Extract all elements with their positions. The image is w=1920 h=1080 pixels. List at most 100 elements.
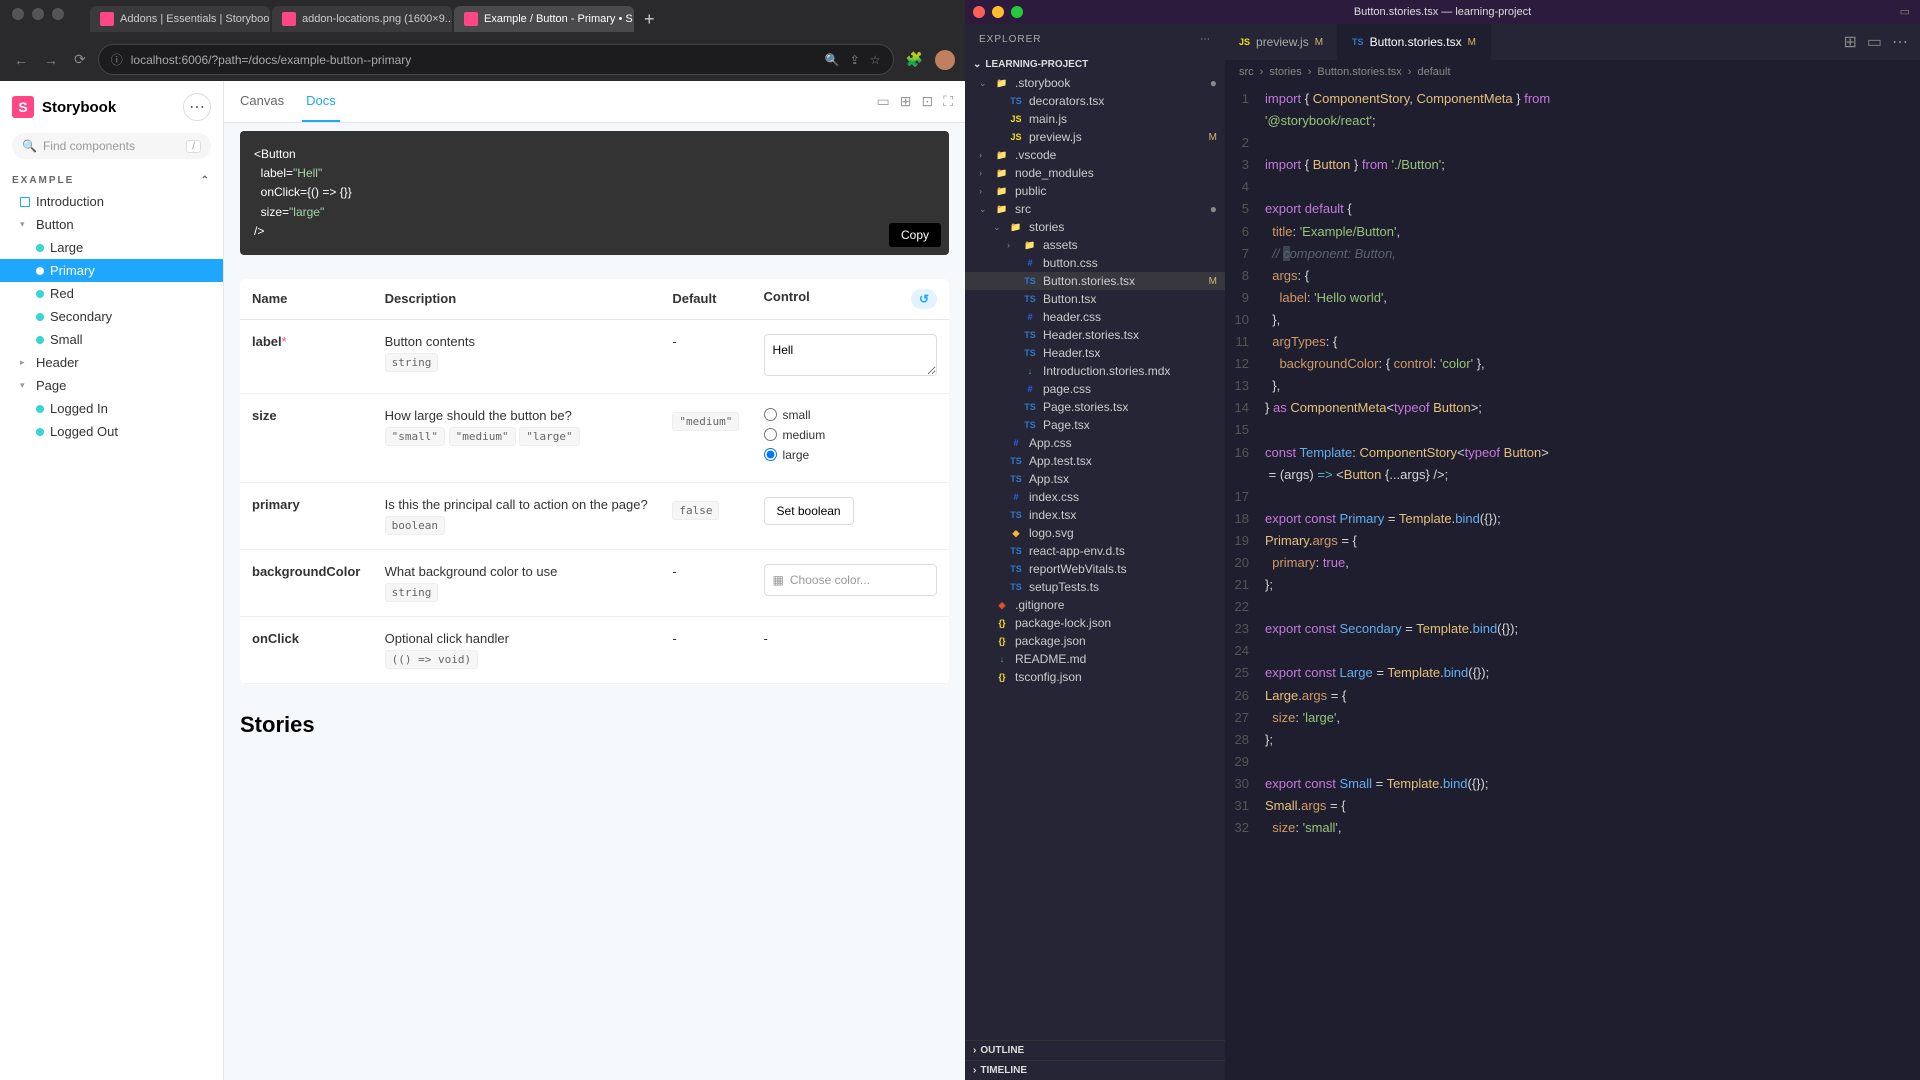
url-bar[interactable]: ⓘ localhost:6006/?path=/docs/example-but… (98, 44, 894, 75)
file-assets[interactable]: ›📁 assets (965, 236, 1225, 254)
file-index.css[interactable]: # index.css (965, 488, 1225, 506)
tree-story-secondary[interactable]: Secondary (0, 305, 223, 328)
browser-tab[interactable]: addon-locations.png (1600×9...× (272, 6, 452, 32)
zoom-icon[interactable]: 🔍 (825, 53, 840, 67)
control-text-label[interactable]: Hell (764, 334, 937, 376)
tool-canvas[interactable]: Canvas (236, 81, 288, 122)
tree-story-small[interactable]: Small (0, 328, 223, 351)
docs-panel[interactable]: <Button label="Hell" onClick={() => {}} … (224, 123, 965, 1080)
browser-tab[interactable]: Example / Button - Primary • S× (454, 6, 634, 32)
set-boolean-button[interactable]: Set boolean (764, 497, 854, 525)
tree-item-introduction[interactable]: Introduction (0, 190, 223, 213)
file-page.css[interactable]: # page.css (965, 380, 1225, 398)
tree-story[interactable]: Logged Out (0, 420, 223, 443)
grid-icon[interactable]: ⊞ (900, 93, 912, 110)
breadcrumb[interactable]: src›stories›Button.stories.tsx›default (1225, 60, 1920, 84)
tree-item-header[interactable]: ▸Header (0, 351, 223, 374)
editor-tab-Button.stories.tsx[interactable]: TSButton.stories.tsxM (1338, 24, 1491, 60)
file-Button.stories.tsx[interactable]: TS Button.stories.tsxM (965, 272, 1225, 290)
copy-button[interactable]: Copy (889, 223, 941, 247)
editor: JSpreview.jsM TSButton.stories.tsxM ⊞▭⋯ … (1225, 24, 1920, 1080)
file-decorators.tsx[interactable]: TS decorators.tsx (965, 92, 1225, 110)
file-.vscode[interactable]: ›📁 .vscode (965, 146, 1225, 164)
file-node_modules[interactable]: ›📁 node_modules (965, 164, 1225, 182)
code-editor[interactable]: 1import { ComponentStory, ComponentMeta … (1225, 84, 1920, 1080)
more-icon[interactable]: ⋯ (1200, 34, 1211, 45)
tree-item-button[interactable]: ▾Button (0, 213, 223, 236)
tree-story-primary[interactable]: Primary (0, 259, 223, 282)
split-icon[interactable]: ▭ (1867, 32, 1882, 52)
brand-text: Storybook (42, 99, 116, 116)
file-Header.stories.tsx[interactable]: TS Header.stories.tsx (965, 326, 1225, 344)
fullscreen-icon[interactable]: ⛶ (943, 93, 953, 110)
file-package.json[interactable]: {} package.json (965, 632, 1225, 650)
file-README.md[interactable]: ↓ README.md (965, 650, 1225, 668)
forward-button[interactable]: → (40, 48, 62, 72)
search-input[interactable]: 🔍 Find components / (12, 133, 211, 159)
star-icon[interactable]: ☆ (870, 53, 881, 67)
browser-tab[interactable]: Addons | Essentials | Storybook× (90, 6, 270, 32)
editor-tab-preview.js[interactable]: JSpreview.jsM (1225, 24, 1338, 60)
file-src[interactable]: ⌄📁 src● (965, 200, 1225, 218)
file-react-app-env.d.ts[interactable]: TS react-app-env.d.ts (965, 542, 1225, 560)
reload-button[interactable]: ⟳ (70, 47, 90, 72)
browser-tabs: Addons | Essentials | Storybook×addon-lo… (0, 0, 965, 38)
more-icon[interactable]: ⋯ (1892, 32, 1908, 52)
color-picker[interactable]: ▦Choose color... (764, 564, 937, 596)
back-button[interactable]: ← (10, 48, 32, 72)
min-light[interactable] (992, 6, 1004, 18)
tree-story-red[interactable]: Red (0, 282, 223, 305)
outline-section[interactable]: ›OUTLINE (965, 1040, 1225, 1060)
close-light[interactable] (973, 6, 985, 18)
measure-icon[interactable]: ⊡ (921, 93, 933, 110)
file-header.css[interactable]: # header.css (965, 308, 1225, 326)
close-light[interactable] (12, 8, 24, 20)
file-Introduction.stories.mdx[interactable]: ↓ Introduction.stories.mdx (965, 362, 1225, 380)
file-reportWebVitals.ts[interactable]: TS reportWebVitals.ts (965, 560, 1225, 578)
file-App.test.tsx[interactable]: TS App.test.tsx (965, 452, 1225, 470)
extensions-icon[interactable]: 🧩 (902, 47, 927, 72)
new-tab-button[interactable]: + (636, 9, 663, 30)
file-App.tsx[interactable]: TS App.tsx (965, 470, 1225, 488)
min-light[interactable] (32, 8, 44, 20)
max-light[interactable] (1011, 6, 1023, 18)
file-App.css[interactable]: # App.css (965, 434, 1225, 452)
file-tsconfig.json[interactable]: {} tsconfig.json (965, 668, 1225, 686)
file-main.js[interactable]: JS main.js (965, 110, 1225, 128)
tool-icon[interactable]: ▭ (876, 93, 889, 110)
file-logo.svg[interactable]: ◆ logo.svg (965, 524, 1225, 542)
control-radio-small[interactable]: small (764, 408, 937, 422)
project-header[interactable]: ⌄LEARNING-PROJECT (965, 55, 1225, 74)
reset-controls[interactable]: ↺ (911, 289, 937, 309)
file-Header.tsx[interactable]: TS Header.tsx (965, 344, 1225, 362)
sidebar-menu-button[interactable]: ⋯ (183, 93, 211, 121)
file-setupTests.ts[interactable]: TS setupTests.ts (965, 578, 1225, 596)
share-icon[interactable]: ⇪ (850, 53, 860, 67)
control-radio-large[interactable]: large (764, 448, 937, 462)
control-radio-medium[interactable]: medium (764, 428, 937, 442)
file-stories[interactable]: ⌄📁 stories (965, 218, 1225, 236)
file-button.css[interactable]: # button.css (965, 254, 1225, 272)
file-preview.js[interactable]: JS preview.jsM (965, 128, 1225, 146)
file-.storybook[interactable]: ⌄📁 .storybook● (965, 74, 1225, 92)
file-Button.tsx[interactable]: TS Button.tsx (965, 290, 1225, 308)
layout-icon[interactable]: ▭ (1900, 5, 1910, 18)
file-index.tsx[interactable]: TS index.tsx (965, 506, 1225, 524)
traffic-lights (0, 0, 76, 28)
compare-icon[interactable]: ⊞ (1843, 32, 1856, 52)
avatar-icon[interactable] (935, 50, 955, 70)
file-public[interactable]: ›📁 public (965, 182, 1225, 200)
timeline-section[interactable]: ›TIMELINE (965, 1060, 1225, 1080)
collapse-icon[interactable]: ⌃ (201, 175, 211, 186)
file-package-lock.json[interactable]: {} package-lock.json (965, 614, 1225, 632)
file-Page.stories.tsx[interactable]: TS Page.stories.tsx (965, 398, 1225, 416)
args-table: NameDescriptionDefaultControl↺ label* Bu… (240, 279, 949, 684)
max-light[interactable] (52, 8, 64, 20)
tree-story[interactable]: Logged In (0, 397, 223, 420)
file-Page.tsx[interactable]: TS Page.tsx (965, 416, 1225, 434)
file-.gitignore[interactable]: ◆ .gitignore (965, 596, 1225, 614)
tree-item-page[interactable]: ▾Page (0, 374, 223, 397)
tree-story-large[interactable]: Large (0, 236, 223, 259)
tool-docs[interactable]: Docs (302, 81, 340, 122)
search-placeholder: Find components (43, 139, 135, 153)
